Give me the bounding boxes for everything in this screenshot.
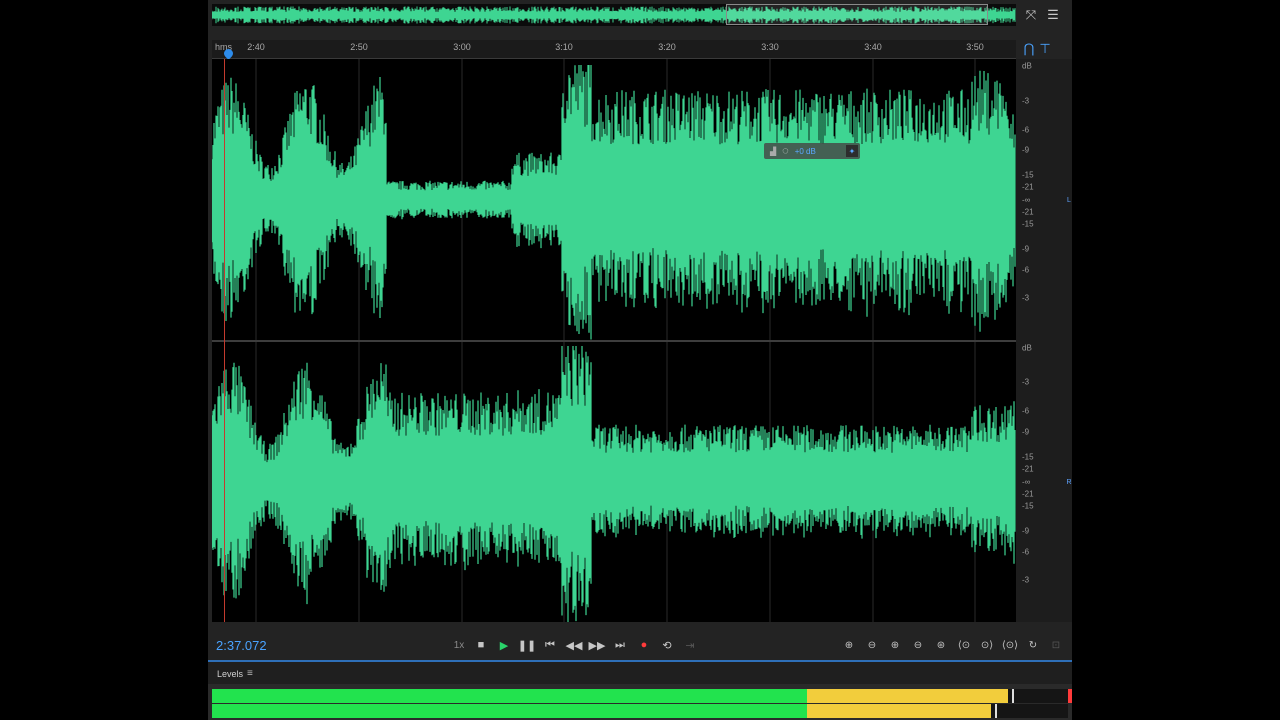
db-label: -6 <box>1022 547 1030 557</box>
db-label: -15 <box>1022 219 1034 229</box>
zoom-out-time-icon[interactable]: ⊖ <box>909 637 927 653</box>
fast-forward-button[interactable]: ▶▶ <box>588 637 606 653</box>
db-label: -21 <box>1022 207 1034 217</box>
right-channel-waveform <box>212 346 1016 622</box>
db-label: -6 <box>1022 406 1030 416</box>
zoom-out-amplitude-icon[interactable]: ⊖ <box>863 637 881 653</box>
loop-button[interactable]: ⟲ <box>658 637 676 653</box>
level-icon: ▟ <box>770 146 777 156</box>
zoom-to-in-point-icon[interactable]: ⟨⊙ <box>955 637 973 653</box>
zoom-out-full-icon[interactable]: ⊛ <box>932 637 950 653</box>
hud-gain-value[interactable]: +0 dB <box>795 147 816 156</box>
amplitude-hud[interactable]: ▟ ◌ +0 dB ✦ <box>764 143 860 159</box>
meter-green-segment <box>212 689 807 703</box>
transport-bar: 2:37.072 1x ■ ▶ ❚❚ ⏮ ◀◀ ▶▶ ⏭ ● ⟲ ⇥ ⊕ ⊖ ⊕… <box>208 630 1072 660</box>
db-label: -21 <box>1022 489 1034 499</box>
db-label: -3 <box>1022 377 1030 387</box>
time-ruler[interactable]: hms 2:40 2:50 3:00 3:10 3:20 3:30 3:40 3… <box>212 40 1016 60</box>
panel-menu-icon[interactable]: ☰ <box>1044 6 1062 24</box>
stop-button[interactable]: ■ <box>472 637 490 653</box>
pin-icon[interactable]: ✦ <box>846 145 858 157</box>
db-label: -21 <box>1022 182 1034 192</box>
ruler-label: 3:40 <box>864 42 882 52</box>
pause-button[interactable]: ❚❚ <box>518 637 536 653</box>
volume-knob-icon[interactable]: ◌ <box>782 145 789 157</box>
db-label: -9 <box>1022 526 1030 536</box>
zoom-selected-tracks-icon[interactable]: ⊡ <box>1047 637 1065 653</box>
peak-hold-indicator <box>1012 689 1015 703</box>
levels-panel-title[interactable]: Levels <box>217 669 243 679</box>
panel-menu-icon[interactable]: ≡ <box>247 668 253 679</box>
meter-yellow-segment <box>806 704 991 718</box>
db-label: -∞ <box>1022 195 1031 205</box>
db-label: -21 <box>1022 464 1034 474</box>
rewind-button[interactable]: ◀◀ <box>565 637 583 653</box>
left-level-meter <box>212 689 1068 703</box>
overview-zoom-window[interactable] <box>726 4 988 25</box>
ruler-label: 3:10 <box>555 42 573 52</box>
clip-indicator[interactable] <box>1068 689 1072 703</box>
db-label: -6 <box>1022 265 1030 275</box>
waveform-overview[interactable] <box>212 4 1016 26</box>
record-button[interactable]: ● <box>635 637 653 653</box>
db-label: -3 <box>1022 575 1030 585</box>
db-label: -15 <box>1022 501 1034 511</box>
db-label: -9 <box>1022 427 1030 437</box>
meter-green-segment <box>212 704 807 718</box>
db-label: -6 <box>1022 125 1030 135</box>
left-channel-badge[interactable]: L <box>1064 195 1074 205</box>
db-label: -∞ <box>1022 477 1031 487</box>
left-channel-waveform <box>212 65 1016 340</box>
playhead-line <box>224 59 225 622</box>
ruler-label: 2:50 <box>350 42 368 52</box>
db-label: -15 <box>1022 452 1034 462</box>
levels-panel-header: Levels ≡ <box>208 660 1072 684</box>
playback-speed[interactable]: 1x <box>450 637 468 653</box>
channel-divider <box>212 340 1072 342</box>
ruler-label: 3:50 <box>966 42 984 52</box>
ruler-label: 2:40 <box>247 42 265 52</box>
zoom-toolbar: ⊕ ⊖ ⊕ ⊖ ⊛ ⟨⊙ ⊙⟩ ⟨⊙⟩ ↻ ⊡ <box>840 637 1065 653</box>
amplitude-ruler[interactable]: dB -3 -6 -9 -15 -21 -∞ -21 -15 -9 -6 -3 … <box>1016 59 1072 622</box>
db-label: -3 <box>1022 96 1030 106</box>
db-label: -3 <box>1022 293 1030 303</box>
navigate-icon[interactable]: ⤧ <box>1022 6 1040 24</box>
ruler-label: 3:20 <box>658 42 676 52</box>
db-unit-label: dB <box>1022 61 1032 71</box>
play-button[interactable]: ▶ <box>495 637 513 653</box>
db-label: -15 <box>1022 170 1034 180</box>
right-level-meter <box>212 704 1068 718</box>
level-meter <box>208 684 1072 720</box>
current-time-display[interactable]: 2:37.072 <box>216 638 267 653</box>
go-to-next-button[interactable]: ⏭ <box>611 637 629 653</box>
go-to-previous-button[interactable]: ⏮ <box>541 637 559 653</box>
ruler-label: 3:30 <box>761 42 779 52</box>
zoom-to-out-point-icon[interactable]: ⊙⟩ <box>978 637 996 653</box>
db-label: -9 <box>1022 145 1030 155</box>
audition-editor: ⤧ ☰ hms 2:40 2:50 3:00 3:10 3:20 3:30 3:… <box>208 0 1072 720</box>
zoom-reset-icon[interactable]: ↻ <box>1024 637 1042 653</box>
zoom-in-time-icon[interactable]: ⊕ <box>886 637 904 653</box>
zoom-in-amplitude-icon[interactable]: ⊕ <box>840 637 858 653</box>
db-unit-label: dB <box>1022 343 1032 353</box>
marker-icon[interactable]: ⊤ <box>1036 40 1054 58</box>
meter-yellow-segment <box>806 689 1009 703</box>
skip-selection-button[interactable]: ⇥ <box>681 637 699 653</box>
peak-hold-indicator <box>994 704 997 718</box>
ruler-label: 3:00 <box>453 42 471 52</box>
db-label: -9 <box>1022 244 1030 254</box>
zoom-to-selection-icon[interactable]: ⟨⊙⟩ <box>1001 637 1019 653</box>
right-channel-badge[interactable]: R <box>1064 477 1074 487</box>
